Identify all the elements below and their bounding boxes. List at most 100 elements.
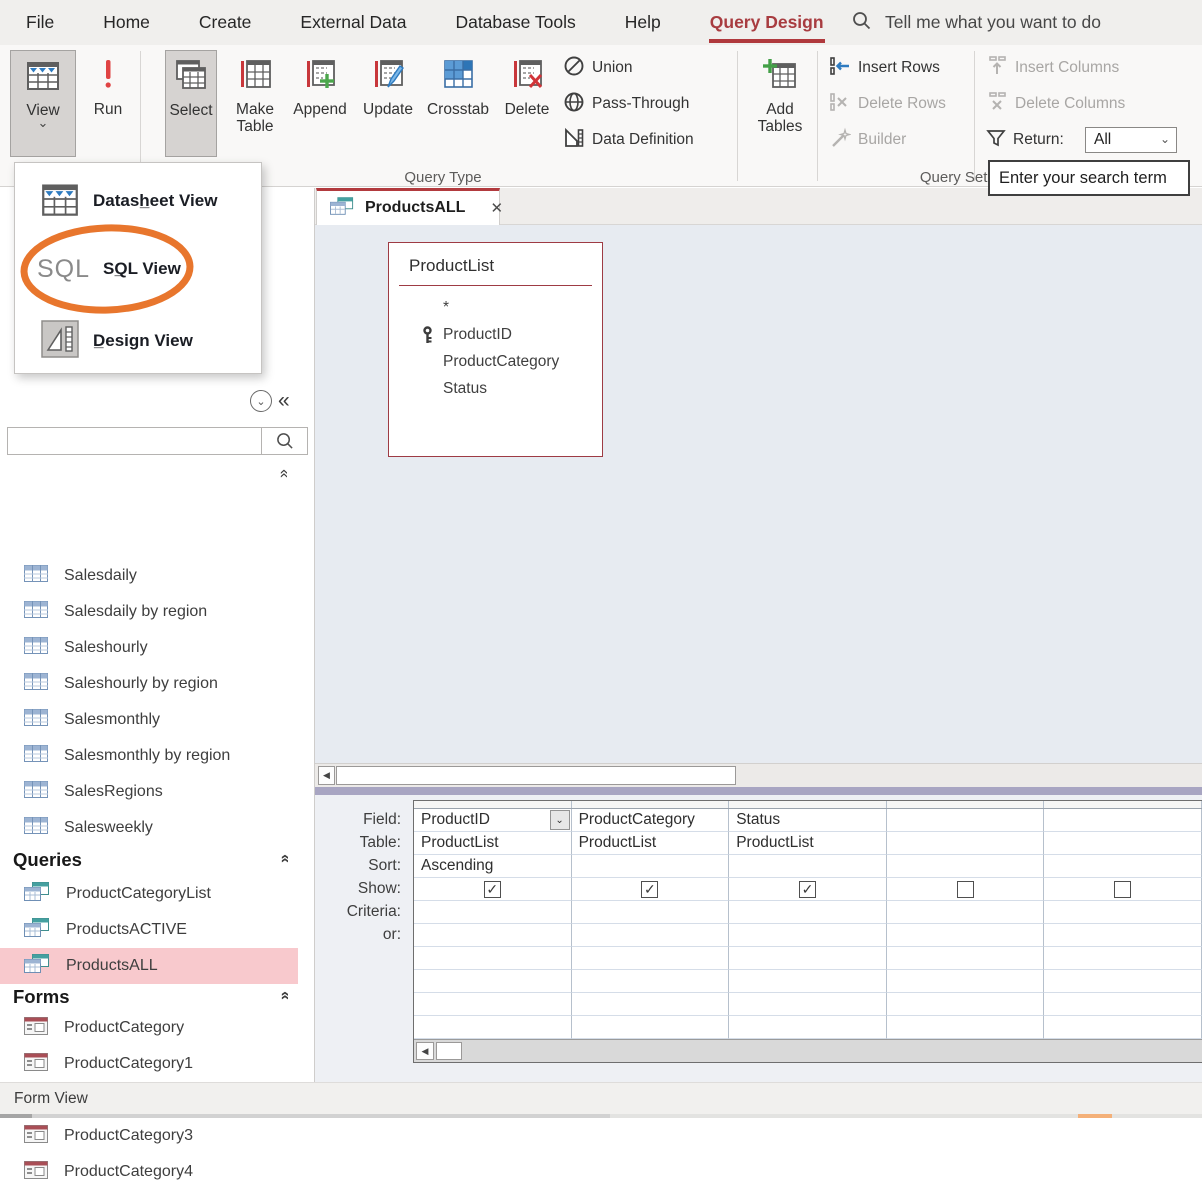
criteria-cell[interactable] [729,901,887,924]
view-button[interactable]: View ⌄ [10,50,76,157]
criteria-cell[interactable] [1044,901,1202,924]
sidebar-item-salesmonthly[interactable]: Salesmonthly [0,702,298,738]
scrollbar-thumb[interactable] [436,1042,462,1060]
tell-me-search[interactable]: Tell me what you want to do [852,0,1101,45]
table-cell-3[interactable] [887,832,1045,855]
menu-help[interactable]: Help [624,2,662,43]
empty-cell[interactable] [887,1016,1045,1039]
sort-cell-0[interactable]: Ascending [414,855,572,878]
scroll-left-button[interactable]: ◀ [318,766,335,785]
criteria-cell[interactable] [572,901,730,924]
menu-item-sql-view[interactable]: SQL SQ̲L View [15,243,261,295]
search-term-popup[interactable]: Enter your search term [988,160,1190,196]
scroll-left-button[interactable]: ◀ [416,1042,434,1060]
menu-query-design[interactable]: Query Design [709,2,825,43]
empty-cell[interactable] [1044,993,1202,1016]
field-cell-1[interactable]: ProductCategory [572,809,730,832]
empty-cell[interactable] [572,993,730,1016]
show-checkbox[interactable] [957,881,974,898]
select-query-button[interactable]: Select [165,50,217,157]
nav-search-input[interactable] [7,427,308,455]
table-cell-2[interactable]: ProductList [729,832,887,855]
empty-cell[interactable] [887,993,1045,1016]
empty-cell[interactable] [1044,1016,1202,1039]
tables-collapse-icon[interactable]: » [275,472,293,478]
table-cell-0[interactable]: ProductList [414,832,572,855]
empty-cell[interactable] [729,993,887,1016]
sidebar-item-salesdaily[interactable]: Salesdaily [0,558,298,594]
delete-query-button[interactable]: Delete [498,50,556,157]
update-button[interactable]: Update [358,50,418,157]
collapse-icon[interactable]: » [276,857,294,863]
close-tab-icon[interactable]: ✕ [490,199,503,217]
scrollbar-thumb[interactable] [336,766,736,785]
append-button[interactable]: Append [290,50,350,157]
sidebar-item-productcategory3[interactable]: ProductCategory3 [0,1118,298,1154]
pass-through-button[interactable]: Pass-Through [563,90,689,118]
make-table-button[interactable]: Make Table [224,50,286,157]
grid-horizontal-scrollbar[interactable]: ◀ [414,1039,1202,1062]
sidebar-item-productcategory[interactable]: ProductCategory [0,1010,298,1046]
field-star[interactable]: * [389,294,602,321]
collapse-icon[interactable]: » [276,994,294,1000]
empty-cell[interactable] [414,970,572,993]
search-icon[interactable] [261,428,307,454]
empty-cell[interactable] [729,947,887,970]
return-select[interactable]: All ⌄ [1085,127,1177,153]
menu-file[interactable]: File [25,2,55,43]
or-cell[interactable] [887,924,1045,947]
field-dropdown-icon[interactable]: ⌄ [550,810,570,830]
queries-section-header[interactable]: Queries » [0,843,298,877]
criteria-cell[interactable] [414,901,572,924]
empty-cell[interactable] [729,970,887,993]
field-status[interactable]: Status [389,375,602,402]
empty-cell[interactable] [572,1016,730,1039]
crosstab-button[interactable]: Crosstab [424,50,492,157]
sidebar-item-salesdaily-by-region[interactable]: Salesdaily by region [0,594,298,630]
show-checkbox[interactable]: ✓ [799,881,816,898]
menu-external-data[interactable]: External Data [299,2,407,43]
sort-cell-1[interactable] [572,855,730,878]
show-checkbox[interactable]: ✓ [641,881,658,898]
sidebar-item-salesregions[interactable]: SalesRegions [0,774,298,810]
empty-cell[interactable] [1044,947,1202,970]
sidebar-item-productcategorylist[interactable]: ProductCategoryList [0,876,298,912]
show-checkbox[interactable]: ✓ [484,881,501,898]
sidebar-item-salesweekly[interactable]: Salesweekly [0,810,298,846]
union-button[interactable]: Union [563,54,633,82]
grid-column-headers[interactable] [414,801,1202,809]
sort-cell-4[interactable] [1044,855,1202,878]
sidebar-item-productsactive[interactable]: ProductsACTIVE [0,912,298,948]
criteria-cell[interactable] [887,901,1045,924]
empty-cell[interactable] [414,947,572,970]
run-button[interactable]: Run [85,50,131,157]
empty-cell[interactable] [572,947,730,970]
field-productid[interactable]: ProductID [389,321,602,348]
sort-cell-3[interactable] [887,855,1045,878]
menu-item-design-view[interactable]: D̲esign View [15,313,261,369]
menu-home[interactable]: Home [102,2,151,43]
menu-item-datasheet-view[interactable]: Datash̲eet View [15,175,261,227]
nav-menu-circle-icon[interactable]: ⌄ [250,390,272,412]
empty-cell[interactable] [572,970,730,993]
diagram-horizontal-scrollbar[interactable]: ◀ [315,763,1202,787]
field-cell-2[interactable]: Status [729,809,887,832]
field-productcategory[interactable]: ProductCategory [389,348,602,375]
field-cell-3[interactable] [887,809,1045,832]
table-cell-4[interactable] [1044,832,1202,855]
insert-rows-button[interactable]: Insert Rows [829,54,940,82]
sidebar-item-saleshourly-by-region[interactable]: Saleshourly by region [0,666,298,702]
forms-section-header[interactable]: Forms » [0,980,298,1014]
empty-cell[interactable] [1044,970,1202,993]
sidebar-item-saleshourly[interactable]: Saleshourly [0,630,298,666]
empty-cell[interactable] [887,970,1045,993]
empty-cell[interactable] [414,993,572,1016]
data-definition-button[interactable]: Data Definition [563,126,694,154]
sort-cell-2[interactable] [729,855,887,878]
menu-create[interactable]: Create [198,2,253,43]
field-cell-4[interactable] [1044,809,1202,832]
productlist-table-card[interactable]: ProductList * ProductID ProductCategory … [388,242,603,457]
menu-database-tools[interactable]: Database Tools [454,2,576,43]
show-checkbox[interactable] [1114,881,1131,898]
or-cell[interactable] [414,924,572,947]
